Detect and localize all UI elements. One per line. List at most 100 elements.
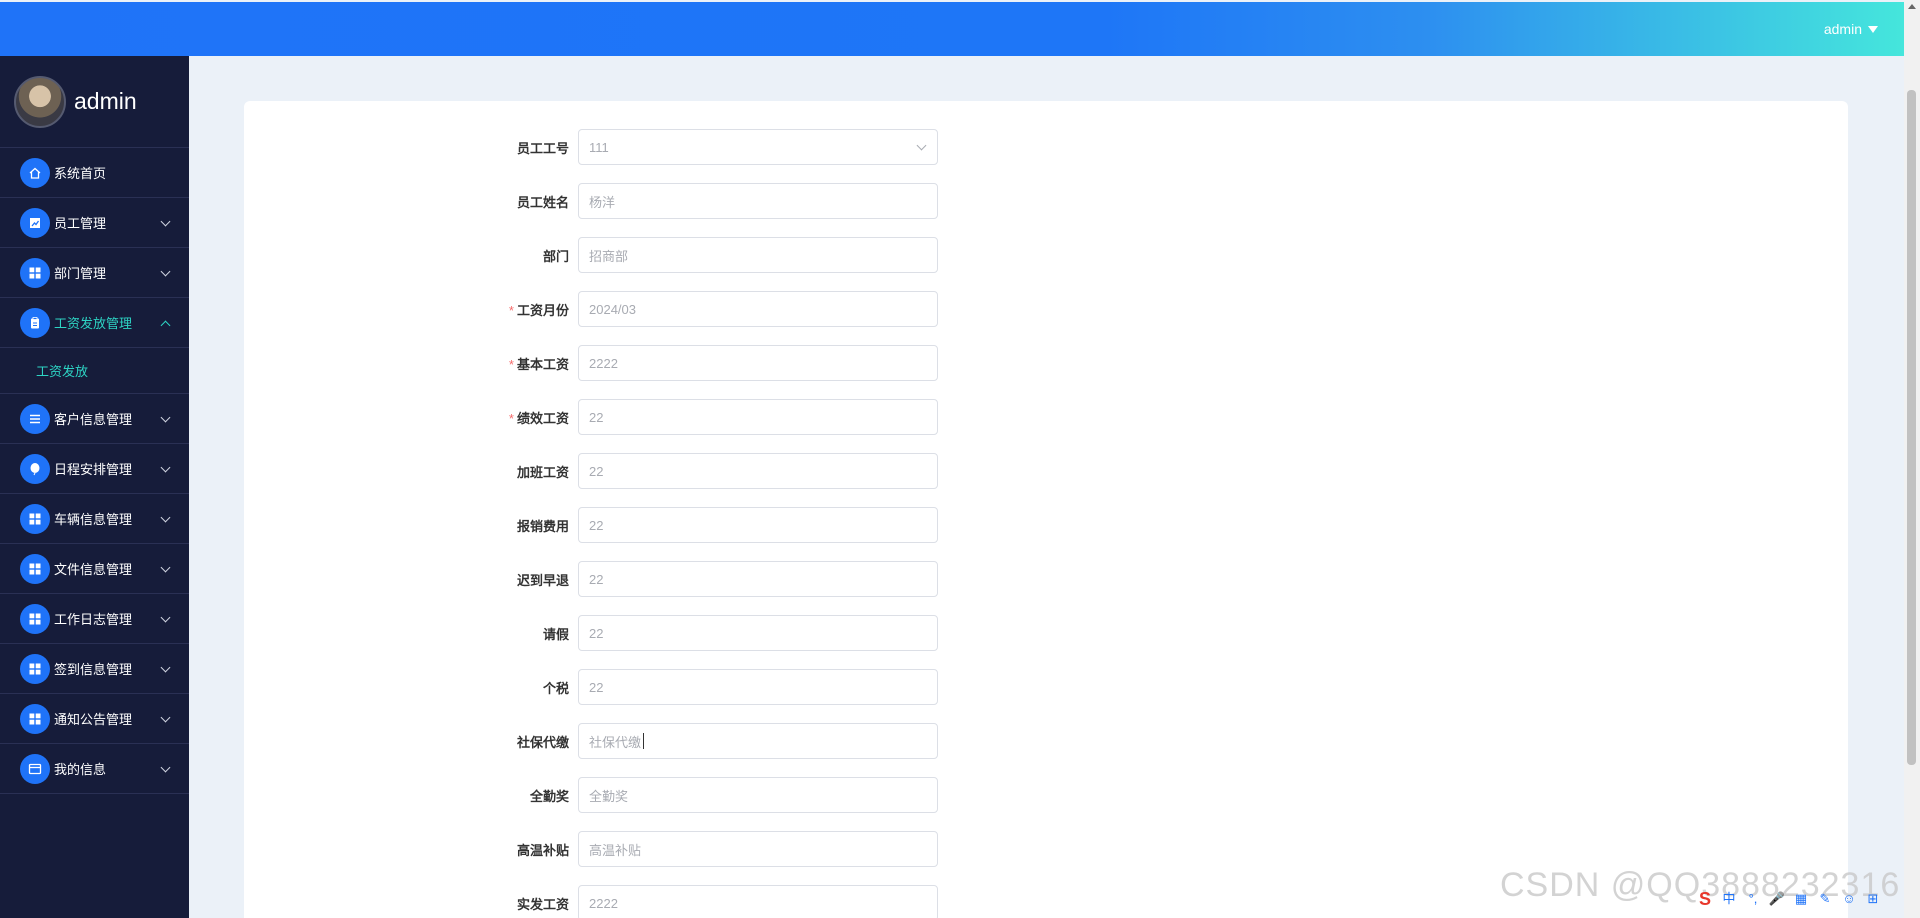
chevron-down-icon <box>160 216 171 227</box>
field-input[interactable]: 2024/03 <box>578 291 938 327</box>
field-input[interactable]: 全勤奖 <box>578 777 938 813</box>
sidebar-item-3[interactable]: 工资发放管理 <box>0 298 189 348</box>
field-value: 22 <box>589 517 604 533</box>
field-input[interactable]: 22 <box>578 561 938 597</box>
sidebar-item-0[interactable]: 系统首页 <box>0 148 189 198</box>
field-value: 招商部 <box>589 248 629 264</box>
sidebar-item-label: 工资发放管理 <box>54 316 133 331</box>
chevron-down-icon <box>160 512 171 523</box>
field-label: 实发工资 <box>244 894 578 913</box>
sidebar-item-label: 客户信息管理 <box>54 412 133 427</box>
form-row: 个税 22 <box>244 669 938 705</box>
field-label: 社保代缴 <box>244 732 578 751</box>
tray-icon[interactable]: 中 <box>1720 890 1738 908</box>
field-label-text: 部门 <box>542 248 569 264</box>
sidebar-item-11[interactable]: 我的信息 <box>0 744 189 794</box>
sidebar-item-4[interactable]: 客户信息管理 <box>0 394 189 444</box>
field-label: * 绩效工资 <box>244 408 578 427</box>
field-input[interactable]: 2222 <box>578 345 938 381</box>
field-label: * 基本工资 <box>244 354 578 373</box>
clipboard-icon <box>20 307 50 338</box>
field-label: 迟到早退 <box>244 570 578 589</box>
tray-icon[interactable]: 🎤 <box>1768 890 1786 908</box>
employee-id-select[interactable]: 111 <box>578 129 938 165</box>
sogou-logo-icon[interactable]: S <box>1696 890 1714 908</box>
field-label-text: 请假 <box>542 626 569 642</box>
tray-icon[interactable]: °, <box>1744 890 1762 908</box>
field-label-text: 工资月份 <box>516 302 569 318</box>
sidebar-item-10[interactable]: 通知公告管理 <box>0 694 189 744</box>
submenu-item-salary-payment[interactable]: 工资发放 <box>0 348 189 394</box>
page-scrollbar[interactable] <box>1904 0 1920 918</box>
list-icon <box>20 403 50 434</box>
field-input[interactable]: 22 <box>578 399 938 435</box>
sidebar-profile: admin <box>0 56 189 148</box>
tray-icon[interactable]: ✎ <box>1816 890 1834 908</box>
field-value: 22 <box>589 679 604 695</box>
field-placeholder: 高温补贴 <box>589 842 642 858</box>
field-label-text: 报销费用 <box>516 518 569 534</box>
field-label-text: 加班工资 <box>516 464 569 480</box>
sidebar-item-5[interactable]: 日程安排管理 <box>0 444 189 494</box>
field-input[interactable]: 22 <box>578 615 938 651</box>
sidebar-item-1[interactable]: 员工管理 <box>0 198 189 248</box>
field-input[interactable]: 高温补贴 <box>578 831 938 867</box>
form-row: * 工资月份 2024/03 <box>244 291 938 327</box>
chevron-down-icon <box>160 562 171 573</box>
field-label: 员工工号 <box>244 138 578 157</box>
sidebar-item-7[interactable]: 文件信息管理 <box>0 544 189 594</box>
avatar <box>14 75 66 128</box>
balloon-icon <box>20 453 50 484</box>
field-value: 22 <box>589 625 604 641</box>
sidebar-item-label: 车辆信息管理 <box>54 512 133 527</box>
field-value: 杨洋 <box>589 194 616 210</box>
sidebar-item-8[interactable]: 工作日志管理 <box>0 594 189 644</box>
tray-icon[interactable]: ⊞ <box>1864 890 1882 908</box>
form-card: 员工工号 111 员工姓名 杨洋 部门 招商部 * 工资月份 2024/03 * 基本工资 2222 *… <box>244 101 1848 918</box>
field-label-text: 基本工资 <box>516 356 569 372</box>
field-input[interactable]: 招商部 <box>578 237 938 273</box>
caret-down-icon <box>1868 25 1878 33</box>
form-row: 请假 22 <box>244 615 938 651</box>
field-value: 2024/03 <box>589 301 636 317</box>
form-row: 加班工资 22 <box>244 453 938 489</box>
form-row: 全勤奖 全勤奖 <box>244 777 938 813</box>
field-input[interactable]: 杨洋 <box>578 183 938 219</box>
field-input[interactable]: 社保代缴 <box>578 723 938 759</box>
field-input[interactable]: 22 <box>578 507 938 543</box>
sidebar-item-label: 部门管理 <box>54 266 107 281</box>
required-asterisk: * <box>508 302 514 318</box>
scroll-up-arrow-icon[interactable] <box>1908 4 1916 9</box>
sidebar-item-2[interactable]: 部门管理 <box>0 248 189 298</box>
tray-icon[interactable]: ☺ <box>1840 890 1858 908</box>
sidebar-item-label: 通知公告管理 <box>54 712 133 727</box>
field-label-text: 个税 <box>542 680 569 696</box>
tray-icon[interactable]: ▦ <box>1792 890 1810 908</box>
grid-icon <box>20 553 50 584</box>
card-icon <box>20 753 50 784</box>
field-label-text: 绩效工资 <box>516 410 569 426</box>
sidebar-item-label: 文件信息管理 <box>54 562 133 577</box>
scroll-thumb[interactable] <box>1907 90 1916 765</box>
sidebar-item-label: 签到信息管理 <box>54 662 133 677</box>
grid-icon <box>20 603 50 634</box>
form-row: 报销费用 22 <box>244 507 938 543</box>
chevron-down-icon <box>160 762 171 773</box>
sidebar-item-9[interactable]: 签到信息管理 <box>0 644 189 694</box>
field-input[interactable]: 22 <box>578 669 938 705</box>
field-input[interactable]: 22 <box>578 453 938 489</box>
ime-tray: S 中 °, 🎤 ▦ ✎ ☺ ⊞ <box>1696 890 1882 908</box>
chevron-down-icon <box>160 712 171 723</box>
sidebar-item-label: 我的信息 <box>54 762 107 777</box>
top-header: admin <box>0 2 1904 56</box>
user-menu[interactable]: admin <box>1824 21 1878 37</box>
sidebar-item-6[interactable]: 车辆信息管理 <box>0 494 189 544</box>
field-value: 111 <box>589 139 609 155</box>
chevron-down-icon <box>160 266 171 277</box>
field-label-text: 实发工资 <box>516 896 569 912</box>
form-row: 员工工号 111 <box>244 129 938 165</box>
field-input[interactable]: 2222 <box>578 885 938 918</box>
field-label: 高温补贴 <box>244 840 578 859</box>
form-row: * 绩效工资 22 <box>244 399 938 435</box>
field-label-text: 高温补贴 <box>516 842 569 858</box>
